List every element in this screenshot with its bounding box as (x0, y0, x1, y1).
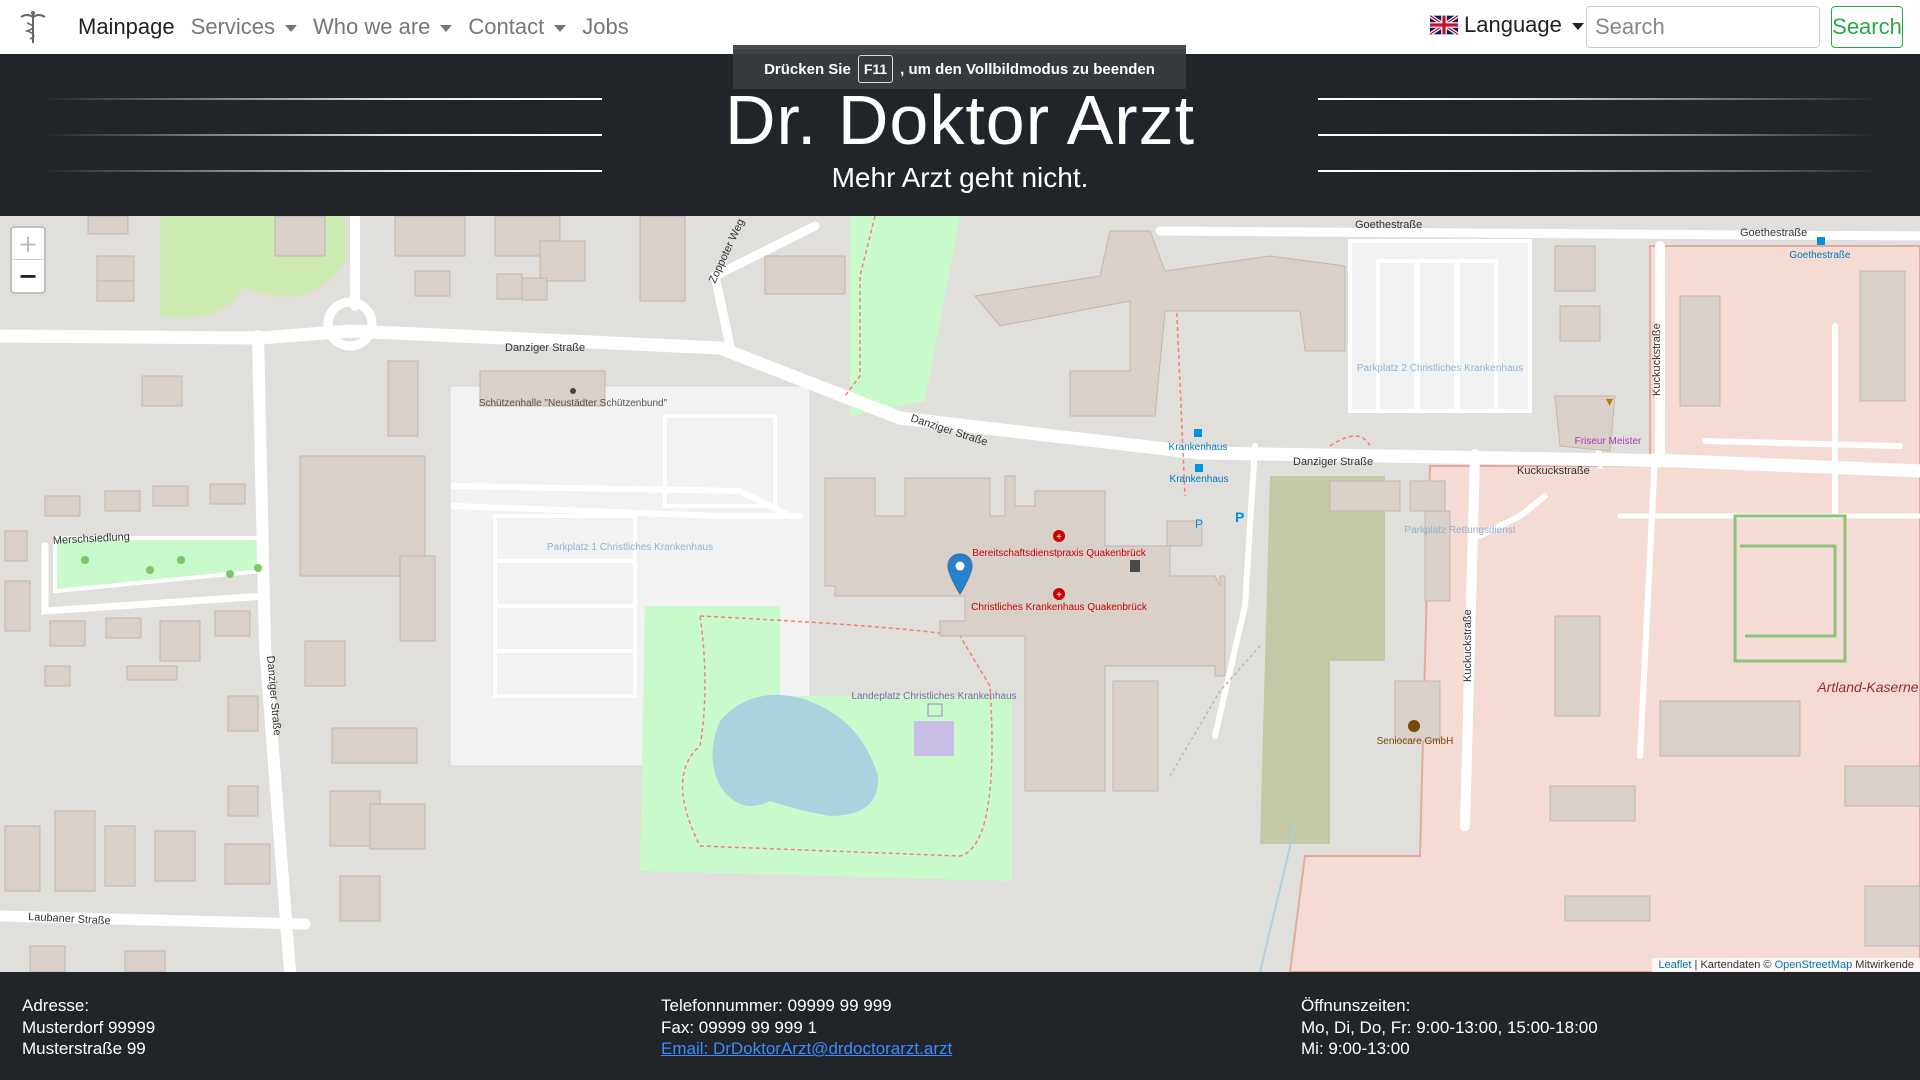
map-label-bereitschaft: Bereitschaftsdienstpraxis Quakenbrück (972, 548, 1146, 559)
svg-text:P: P (1195, 517, 1203, 531)
map-marker-icon[interactable] (947, 553, 973, 595)
caret-down-icon (1571, 22, 1584, 30)
map-label-parkplatz-2: Parkplatz 2 Christliches Krankenhaus (1357, 363, 1523, 374)
map-label-goethestrasse: Goethestraße (1355, 219, 1422, 231)
map-attribution: Leaflet | Kartendaten © OpenStreetMap Mi… (1652, 958, 1920, 972)
brand-logo[interactable] (6, 0, 60, 54)
fullscreen-hint-text: Drücken Sie (764, 60, 851, 78)
hours-label: Öffnunszeiten: (1301, 996, 1411, 1015)
email-link[interactable]: Email: DrDoktorArzt@drdoctorarzt.arzt (661, 1039, 952, 1058)
map-label-schuetzenhalle: Schützenhalle "Neustädter Schützenbund" (479, 398, 668, 409)
caduceus-icon (20, 11, 46, 43)
map-label-kuckuckstrasse: Kuckuckstraße (1651, 323, 1663, 396)
nav-services-dropdown[interactable]: Services (191, 14, 297, 40)
hours-line: Mo, Di, Do, Fr: 9:00-13:00, 15:00-18:00 (1301, 1017, 1598, 1037)
language-dropdown[interactable]: Language (1430, 12, 1584, 38)
zoom-out-button[interactable]: − (12, 260, 44, 291)
map-container[interactable]: + + P P ▾ Goethestraße Goethestraße Danz… (0, 216, 1920, 972)
svg-text:P: P (1235, 509, 1244, 525)
svg-text:▾: ▾ (1606, 393, 1613, 409)
hours-line: Mi: 9:00-13:00 (1301, 1039, 1410, 1058)
attribution-text: | Kartendaten © (1691, 959, 1775, 971)
nav-jobs-label: Jobs (582, 14, 629, 39)
map-label-krankenhaus-stop: Krankenhaus (1170, 474, 1229, 485)
fullscreen-exit-hint: Drücken Sie F11 , um den Vollbildmodus z… (733, 45, 1186, 89)
nav-jobs[interactable]: Jobs (582, 14, 628, 40)
nav-who-we-are-label: Who we are (313, 14, 431, 39)
map-label-danziger-strasse: Danziger Straße (505, 342, 585, 354)
phone-number: Telefonnummer: 09999 99 999 (661, 996, 892, 1015)
fax-number: Fax: 09999 99 999 1 (661, 1017, 817, 1037)
nav-who-we-are-dropdown[interactable]: Who we are (313, 14, 453, 40)
nav-contact-dropdown[interactable]: Contact (468, 14, 567, 40)
map-zoom-control: + − (10, 226, 46, 294)
caret-down-icon (554, 24, 567, 32)
map-label-goethestrasse-stop: Goethestraße (1789, 250, 1851, 261)
map-label-parkplatz-rettung: Parkplatz Rettungsdienst (1404, 525, 1515, 536)
footer-contact: Telefonnummer: 09999 99 999 Fax: 09999 9… (661, 995, 952, 1060)
map-label-parkplatz-1: Parkplatz 1 Christliches Krankenhaus (547, 542, 713, 553)
nav-mainpage[interactable]: Mainpage (78, 14, 175, 40)
map-label-christliches-kh: Christliches Krankenhaus Quakenbrück (971, 602, 1148, 613)
map-label-kaserne: Artland-Kaserne (1816, 679, 1918, 695)
footer-hours: Öffnunszeiten: Mo, Di, Do, Fr: 9:00-13:0… (1301, 995, 1598, 1060)
uk-flag-icon (1430, 15, 1458, 35)
nav-mainpage-label: Mainpage (78, 14, 175, 39)
fullscreen-hint-text: , um den Vollbildmodus zu beenden (900, 60, 1155, 78)
address-line: Musterdorf 99999 (22, 1017, 156, 1037)
map-label-landeplatz: Landeplatz Christliches Krankenhaus (851, 691, 1016, 702)
search-input[interactable] (1586, 6, 1820, 48)
caret-down-icon (440, 24, 453, 32)
language-label: Language (1464, 12, 1562, 37)
map-label-seniocare: Seniocare GmbH (1377, 736, 1454, 747)
svg-text:+: + (1056, 532, 1062, 543)
leaflet-link[interactable]: Leaflet (1658, 959, 1691, 971)
map-label-kuckuckstrasse: Kuckuckstraße (1462, 609, 1474, 682)
map-label-danziger-strasse: Danziger Straße (1293, 456, 1373, 468)
fullscreen-hint-key: F11 (857, 55, 894, 83)
openstreetmap-link[interactable]: OpenStreetMap (1775, 959, 1853, 971)
svg-text:+: + (1056, 590, 1062, 601)
map-label-goethestrasse: Goethestraße (1740, 227, 1807, 239)
attribution-text: Mitwirkende (1852, 959, 1914, 971)
page-subtitle: Mehr Arzt geht nicht. (831, 162, 1089, 193)
map-label-krankenhaus-stop: Krankenhaus (1169, 442, 1228, 453)
address-label: Adresse: (22, 996, 90, 1015)
nav-contact-label: Contact (468, 14, 545, 39)
search-button[interactable]: Search (1831, 6, 1903, 48)
page-title: Dr. Doktor Arzt (724, 81, 1196, 159)
address-line: Musterstraße 99 (22, 1039, 146, 1058)
map-label-kuckuckstrasse: Kuckuckstraße (1517, 465, 1590, 477)
caret-down-icon (285, 24, 297, 32)
map-label-friseur: Friseur Meister (1575, 436, 1642, 447)
footer-address: Adresse: Musterdorf 99999 Musterstraße 9… (22, 995, 155, 1060)
nav-services-label: Services (190, 14, 275, 39)
page-footer: Adresse: Musterdorf 99999 Musterstraße 9… (0, 972, 1920, 1080)
zoom-in-button[interactable]: + (12, 228, 44, 260)
